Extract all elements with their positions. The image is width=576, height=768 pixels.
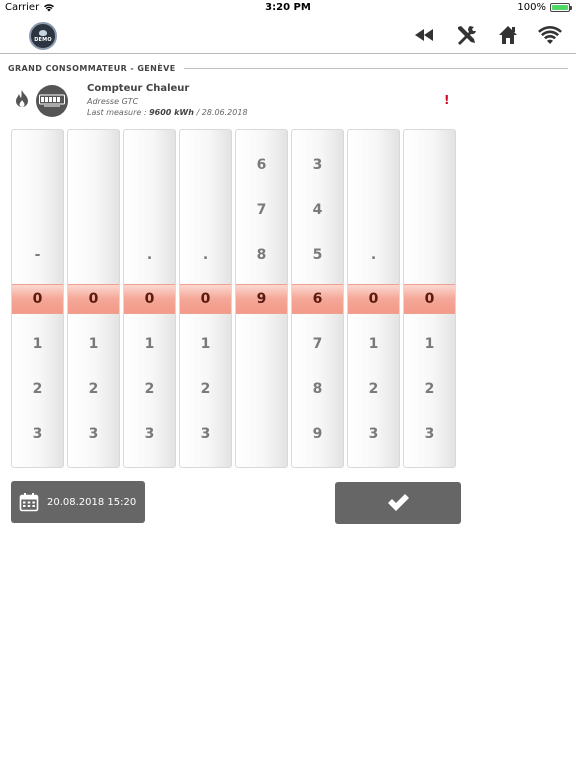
last-measure-date: / 28.06.2018 <box>196 108 248 117</box>
digit-option[interactable] <box>236 419 287 449</box>
date-label: 20.08.2018 15:20 <box>47 496 137 508</box>
digit-option[interactable]: 7 <box>292 329 343 359</box>
rewind-icon[interactable] <box>412 23 436 47</box>
digit-option[interactable] <box>68 240 119 270</box>
date-button[interactable]: 20.08.2018 15:20 <box>11 481 145 523</box>
last-measure-label: Last measure : <box>87 108 147 117</box>
digit-option[interactable]: 3 <box>180 419 231 449</box>
digit-column-1[interactable]: - 0 1 2 3 <box>11 129 64 468</box>
digit-option[interactable] <box>12 195 63 225</box>
digit-option[interactable] <box>124 150 175 180</box>
digit-option[interactable]: 1 <box>404 329 455 359</box>
digit-option[interactable]: 6 <box>236 150 287 180</box>
digit-option[interactable]: 3 <box>348 419 399 449</box>
nav-icons <box>412 23 562 47</box>
battery-fill <box>552 5 568 10</box>
digit-option[interactable] <box>348 150 399 180</box>
status-time: 3:20 PM <box>265 2 311 13</box>
digit-option[interactable]: 5 <box>292 240 343 270</box>
meter-icon <box>36 85 68 117</box>
digit-option[interactable] <box>348 195 399 225</box>
digit-column-4[interactable]: . 0 1 2 3 <box>179 129 232 468</box>
digit-option[interactable]: 2 <box>404 374 455 404</box>
flame-icon <box>14 89 30 113</box>
digit-selected[interactable]: 0 <box>124 284 175 314</box>
calendar-icon <box>19 493 39 512</box>
logo-text: DEMO <box>34 36 52 43</box>
digit-option[interactable]: 2 <box>12 374 63 404</box>
digit-option[interactable]: 2 <box>68 374 119 404</box>
digit-option[interactable] <box>404 195 455 225</box>
digit-option[interactable] <box>180 150 231 180</box>
digit-option[interactable]: . <box>180 240 231 270</box>
digit-option[interactable] <box>236 329 287 359</box>
digit-column-5[interactable]: 6 7 8 9 <box>235 129 288 468</box>
digit-selected[interactable]: 6 <box>292 284 343 314</box>
digit-option[interactable]: 3 <box>68 419 119 449</box>
digit-option[interactable] <box>68 150 119 180</box>
digit-option[interactable]: 8 <box>236 240 287 270</box>
digit-option[interactable]: 2 <box>348 374 399 404</box>
status-bar: Carrier 3:20 PM 100% <box>0 0 576 16</box>
status-right: 100% <box>517 2 572 13</box>
digit-option[interactable] <box>404 150 455 180</box>
digit-column-2[interactable]: 0 1 2 3 <box>67 129 120 468</box>
nav-bar: DEMO <box>0 16 576 54</box>
wifi-icon[interactable] <box>538 23 562 47</box>
digit-option[interactable]: 1 <box>12 329 63 359</box>
digit-option[interactable]: 1 <box>124 329 175 359</box>
alert-icon[interactable]: ! <box>444 93 449 107</box>
digit-column-3[interactable]: . 0 1 2 3 <box>123 129 176 468</box>
digit-option[interactable]: - <box>12 240 63 270</box>
section-header: GRAND CONSOMMATEUR - GENÈVE <box>8 62 568 74</box>
digit-option[interactable]: 1 <box>180 329 231 359</box>
digit-option[interactable]: . <box>124 240 175 270</box>
meter-title: Compteur Chaleur <box>87 83 190 94</box>
digit-option[interactable] <box>180 195 231 225</box>
confirm-button[interactable] <box>335 482 461 524</box>
digit-selected[interactable]: 9 <box>236 284 287 314</box>
last-measure-value: 9600 kWh <box>149 108 194 117</box>
digit-selected[interactable]: 0 <box>348 284 399 314</box>
meter-address: Adresse GTC <box>87 97 139 106</box>
digit-option[interactable]: 3 <box>292 150 343 180</box>
battery-icon <box>550 3 572 12</box>
checkmark-icon <box>388 494 409 511</box>
tools-icon[interactable] <box>454 23 478 47</box>
section-divider <box>183 67 568 69</box>
battery-percent: 100% <box>517 2 546 13</box>
digit-column-6[interactable]: 3 4 5 6 7 8 9 <box>291 129 344 468</box>
digit-column-8[interactable]: 0 1 2 3 <box>403 129 456 468</box>
digit-option[interactable]: 2 <box>180 374 231 404</box>
section-title: GRAND CONSOMMATEUR - GENÈVE <box>8 63 176 73</box>
digit-selected[interactable]: 0 <box>68 284 119 314</box>
demo-logo[interactable]: DEMO <box>29 22 57 50</box>
digit-option[interactable]: 3 <box>124 419 175 449</box>
digit-option[interactable]: 7 <box>236 195 287 225</box>
last-measure: Last measure : 9600 kWh / 28.06.2018 <box>87 108 248 117</box>
digit-selected[interactable]: 0 <box>180 284 231 314</box>
digit-option[interactable]: 1 <box>68 329 119 359</box>
digit-option[interactable]: 2 <box>124 374 175 404</box>
digit-option[interactable]: 3 <box>12 419 63 449</box>
digit-option[interactable]: . <box>348 240 399 270</box>
logo-mark <box>39 29 47 36</box>
home-icon[interactable] <box>496 23 520 47</box>
digit-selected[interactable]: 0 <box>404 284 455 314</box>
digit-option[interactable] <box>404 240 455 270</box>
digit-option[interactable] <box>236 374 287 404</box>
digit-selected[interactable]: 0 <box>12 284 63 314</box>
digit-option[interactable]: 1 <box>348 329 399 359</box>
digit-option[interactable] <box>124 195 175 225</box>
digit-column-7[interactable]: . 0 1 2 3 <box>347 129 400 468</box>
digit-option[interactable]: 9 <box>292 419 343 449</box>
meter-info: Compteur Chaleur Adresse GTC Last measur… <box>14 82 464 120</box>
digit-option[interactable] <box>12 150 63 180</box>
digit-option[interactable]: 8 <box>292 374 343 404</box>
digit-option[interactable]: 4 <box>292 195 343 225</box>
digit-option[interactable]: 3 <box>404 419 455 449</box>
digit-option[interactable] <box>68 195 119 225</box>
